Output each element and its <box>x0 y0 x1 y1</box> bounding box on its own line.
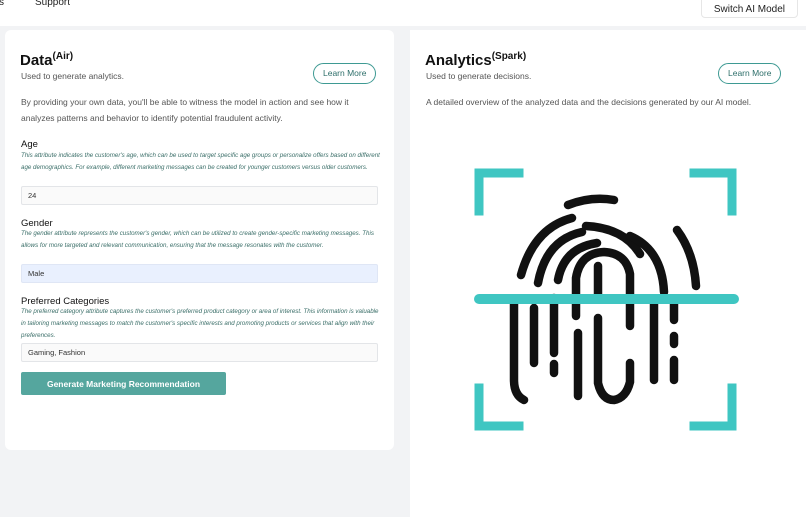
gender-help-text: The gender attribute represents the cust… <box>21 230 374 249</box>
age-input[interactable]: 24 <box>21 186 378 205</box>
analytics-learn-more-button[interactable]: Learn More <box>718 63 782 84</box>
age-label: Age <box>21 139 38 150</box>
analytics-title-text: Analytics <box>425 52 492 69</box>
analytics-panel: Analytics(Spark) Used to generate decisi… <box>410 30 806 517</box>
data-card-subtitle: Used to generate analytics. <box>21 71 125 81</box>
age-help-text: This attribute indicates the customer's … <box>21 152 380 171</box>
data-card: Data(Air) Used to generate analytics. Le… <box>5 30 394 450</box>
nav-item-support[interactable]: Support <box>35 0 70 8</box>
fingerprint-scan-icon <box>474 168 739 431</box>
data-title-sup: (Air) <box>52 51 74 62</box>
generate-marketing-recommendation-button[interactable]: Generate Marketing Recommendation <box>21 372 226 395</box>
gender-input[interactable]: Male <box>21 264 378 283</box>
data-card-description: By providing your own data, you'll be ab… <box>21 97 349 123</box>
analytics-title-sup: (Spark) <box>491 51 527 62</box>
preferred-categories-input[interactable]: Gaming, Fashion <box>21 343 378 362</box>
data-title-text: Data <box>20 52 53 69</box>
analytics-card-title: Analytics(Spark) <box>425 51 526 69</box>
nav-item-partial[interactable]: s <box>0 0 4 8</box>
data-learn-more-button[interactable]: Learn More <box>313 63 377 84</box>
top-nav-bar: s Support Switch AI Model <box>0 0 806 26</box>
preferred-categories-help-text: The preferred category attribute capture… <box>21 308 379 339</box>
switch-ai-model-button[interactable]: Switch AI Model <box>700 0 798 18</box>
analytics-card-description: A detailed overview of the analyzed data… <box>426 97 752 107</box>
analytics-card-subtitle: Used to generate decisions. <box>426 71 532 81</box>
data-card-title: Data(Air) <box>20 51 73 69</box>
